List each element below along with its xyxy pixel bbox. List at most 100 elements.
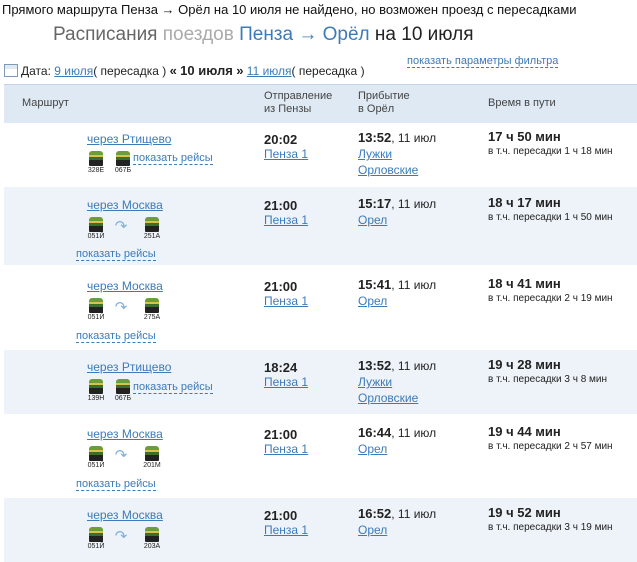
- table-header: Маршрут Отправление из Пензы Прибытие в Ор…: [4, 84, 637, 123]
- table-row[interactable]: через Москва 051Й ↷ 201М показать рейсы …: [4, 416, 637, 496]
- train-number: 139Н: [87, 395, 105, 402]
- train-0[interactable]: 051Й: [84, 446, 108, 469]
- arrival: 13:52, 11 июл Лужки Орловские: [358, 358, 436, 406]
- date-bar: Дата: 9 июля( пересадка ) « 10 июля » 11…: [4, 63, 365, 78]
- departure-station-link[interactable]: Пенза 1: [264, 213, 308, 227]
- calendar-icon[interactable]: [4, 64, 18, 77]
- departure-station-link[interactable]: Пенза 1: [264, 294, 308, 308]
- duration: 19 ч 28 мин в т.ч. пересадки 3 ч 8 мин: [488, 358, 607, 386]
- duration: 17 ч 50 мин в т.ч. пересадки 1 ч 18 мин: [488, 130, 613, 158]
- duration-total: 19 ч 52 мин: [488, 505, 561, 520]
- table-row[interactable]: через Москва 051Й ↷ 251А показать рейсы …: [4, 187, 637, 265]
- header-departure-line1: Отправление: [264, 90, 333, 102]
- show-trips-link[interactable]: показать рейсы: [76, 248, 156, 261]
- arrival-station-link-2[interactable]: Орловские: [358, 163, 418, 177]
- title-part-trains: поездов: [162, 24, 240, 45]
- arrival-time: 15:17: [358, 196, 392, 211]
- via-link[interactable]: через Москва: [87, 427, 163, 441]
- via-link[interactable]: через Москва: [87, 198, 163, 212]
- train-0[interactable]: 051Й: [84, 298, 108, 321]
- next-date-link[interactable]: 11 июля: [247, 64, 292, 78]
- transfer-time: 1 ч 50 мин: [564, 212, 613, 223]
- arrival-station-link[interactable]: Орел: [358, 442, 387, 456]
- transfer-time: 1 ч 18 мин: [564, 146, 613, 157]
- next-date-note: ( пересадка ): [291, 64, 365, 78]
- train-icon: [145, 217, 159, 232]
- table-row[interactable]: через Москва 051Й ↷ 203А 21:00 Пенза 1 16…: [4, 498, 637, 562]
- duration-total: 18 ч 41 мин: [488, 276, 561, 291]
- departure: 20:02 Пенза 1: [264, 132, 308, 161]
- arrival-date: , 11 июл: [391, 197, 437, 211]
- train-1[interactable]: 201М: [140, 446, 164, 469]
- arrival-station-link[interactable]: Орел: [358, 294, 387, 308]
- show-trips-link[interactable]: показать рейсы: [76, 330, 156, 343]
- arrival-station-link[interactable]: Лужки: [358, 375, 392, 389]
- arrival-date: , 11 июл: [391, 507, 437, 521]
- train-1[interactable]: 067Б: [111, 379, 135, 402]
- train-icon: [89, 379, 103, 394]
- table-row[interactable]: через Ртищево 328Е 067Б показать рейсы 2…: [4, 123, 637, 183]
- train-icon: [89, 527, 103, 542]
- transfer-time: 2 ч 57 мин: [564, 441, 613, 452]
- train-number: 051Й: [87, 314, 105, 321]
- train-icon: [89, 151, 103, 166]
- train-1[interactable]: 203А: [140, 527, 164, 550]
- page-title: Расписания поездов Пенза → Орёл на 10 ию…: [53, 24, 474, 46]
- arrival-station-link[interactable]: Лужки: [358, 147, 392, 161]
- departure: 21:00 Пенза 1: [264, 508, 308, 537]
- train-icon: [145, 527, 159, 542]
- departure-station-link[interactable]: Пенза 1: [264, 375, 308, 389]
- via-link[interactable]: через Москва: [87, 279, 163, 293]
- transfer-arrow-icon: ↷: [114, 218, 128, 235]
- duration-total: 17 ч 50 мин: [488, 129, 561, 144]
- train-1[interactable]: 275А: [140, 298, 164, 321]
- departure-time: 21:00: [264, 198, 298, 213]
- train-number: 328Е: [87, 167, 105, 174]
- show-trips-link[interactable]: показать рейсы: [76, 478, 156, 491]
- arrival-station-link[interactable]: Орел: [358, 523, 387, 537]
- arrival-station-link-2[interactable]: Орловские: [358, 391, 418, 405]
- transfer-label: в т.ч. пересадки: [488, 374, 562, 385]
- train-0[interactable]: 139Н: [84, 379, 108, 402]
- transfer-time: 2 ч 19 мин: [564, 293, 613, 304]
- via-link[interactable]: через Ртищево: [87, 360, 171, 374]
- departure-time: 21:00: [264, 427, 298, 442]
- departure-station-link[interactable]: Пенза 1: [264, 147, 308, 161]
- notice-text: Прямого маршрута Пенза → Орёл на 10 июля…: [2, 2, 577, 17]
- title-part-schedules: Расписания: [53, 24, 163, 45]
- train-0[interactable]: 051Й: [84, 527, 108, 550]
- departure-station-link[interactable]: Пенза 1: [264, 442, 308, 456]
- header-route: Маршрут: [22, 97, 69, 109]
- departure: 18:24 Пенза 1: [264, 360, 308, 389]
- prev-date-link[interactable]: 9 июля: [54, 64, 93, 78]
- transfer-arrow-icon: ↷: [114, 447, 128, 464]
- arrival-time: 15:41: [358, 277, 392, 292]
- transfer-time: 3 ч 8 мин: [564, 374, 608, 385]
- show-filter-link[interactable]: показать параметры фильтра: [407, 55, 559, 68]
- train-number: 051Й: [87, 462, 105, 469]
- train-icon: [89, 217, 103, 232]
- table-row[interactable]: через Москва 051Й ↷ 275А показать рейсы …: [4, 268, 637, 348]
- train-icon: [145, 298, 159, 313]
- arrival: 15:41, 11 июл Орел: [358, 277, 436, 309]
- arrival-time: 16:52: [358, 506, 392, 521]
- departure: 21:00 Пенза 1: [264, 198, 308, 227]
- duration: 18 ч 41 мин в т.ч. пересадки 2 ч 19 мин: [488, 277, 613, 305]
- via-link[interactable]: через Москва: [87, 508, 163, 522]
- train-1[interactable]: 251А: [140, 217, 164, 240]
- train-0[interactable]: 328Е: [84, 151, 108, 174]
- transfer-label: в т.ч. пересадки: [488, 522, 562, 533]
- via-link[interactable]: через Ртищево: [87, 132, 171, 146]
- arrival-station-link[interactable]: Орел: [358, 213, 387, 227]
- departure-station-link[interactable]: Пенза 1: [264, 523, 308, 537]
- show-trips-link[interactable]: показать рейсы: [133, 152, 213, 165]
- header-departure-line2: из Пензы: [264, 103, 312, 115]
- table-row[interactable]: через Ртищево 139Н 067Б показать рейсы 1…: [4, 350, 637, 414]
- transfer-label: в т.ч. пересадки: [488, 212, 562, 223]
- header-arrival-line2: в Орёл: [358, 103, 395, 115]
- train-0[interactable]: 051Й: [84, 217, 108, 240]
- title-part-route: Пенза → Орёл: [239, 24, 370, 45]
- show-trips-link[interactable]: показать рейсы: [133, 381, 213, 394]
- train-icon: [89, 298, 103, 313]
- train-1[interactable]: 067Б: [111, 151, 135, 174]
